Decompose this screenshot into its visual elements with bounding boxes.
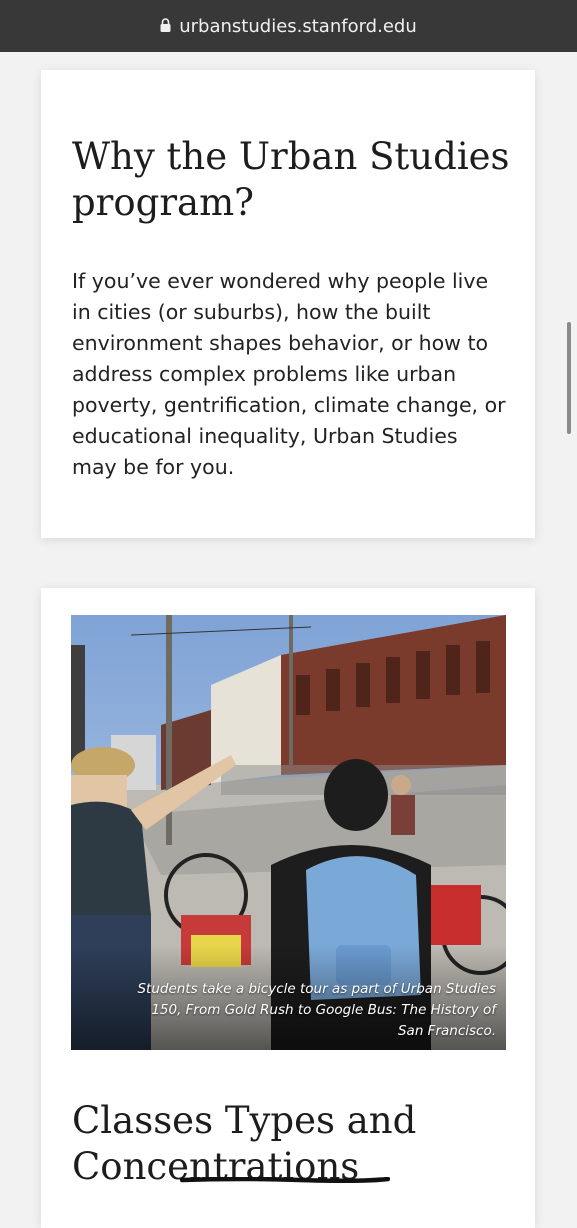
hand-drawn-underline [180,1177,390,1183]
photo-card: Students take a bicycle tour as part of … [41,588,535,1228]
browser-url-bar[interactable]: urbanstudies.stanford.edu [0,0,577,52]
photo-caption: Students take a bicycle tour as part of … [137,981,496,1039]
scrollbar[interactable] [567,322,571,434]
url-text: urbanstudies.stanford.edu [179,15,417,37]
intro-paragraph: If you’ve ever wondered why people live … [72,269,506,479]
intro-card: Why the Urban Studies program? If you’ve… [41,70,535,538]
intro-heading: Why the Urban Studies program? [72,135,510,224]
lock-icon [160,18,171,32]
bicycle-tour-photo: Students take a bicycle tour as part of … [71,615,506,1050]
